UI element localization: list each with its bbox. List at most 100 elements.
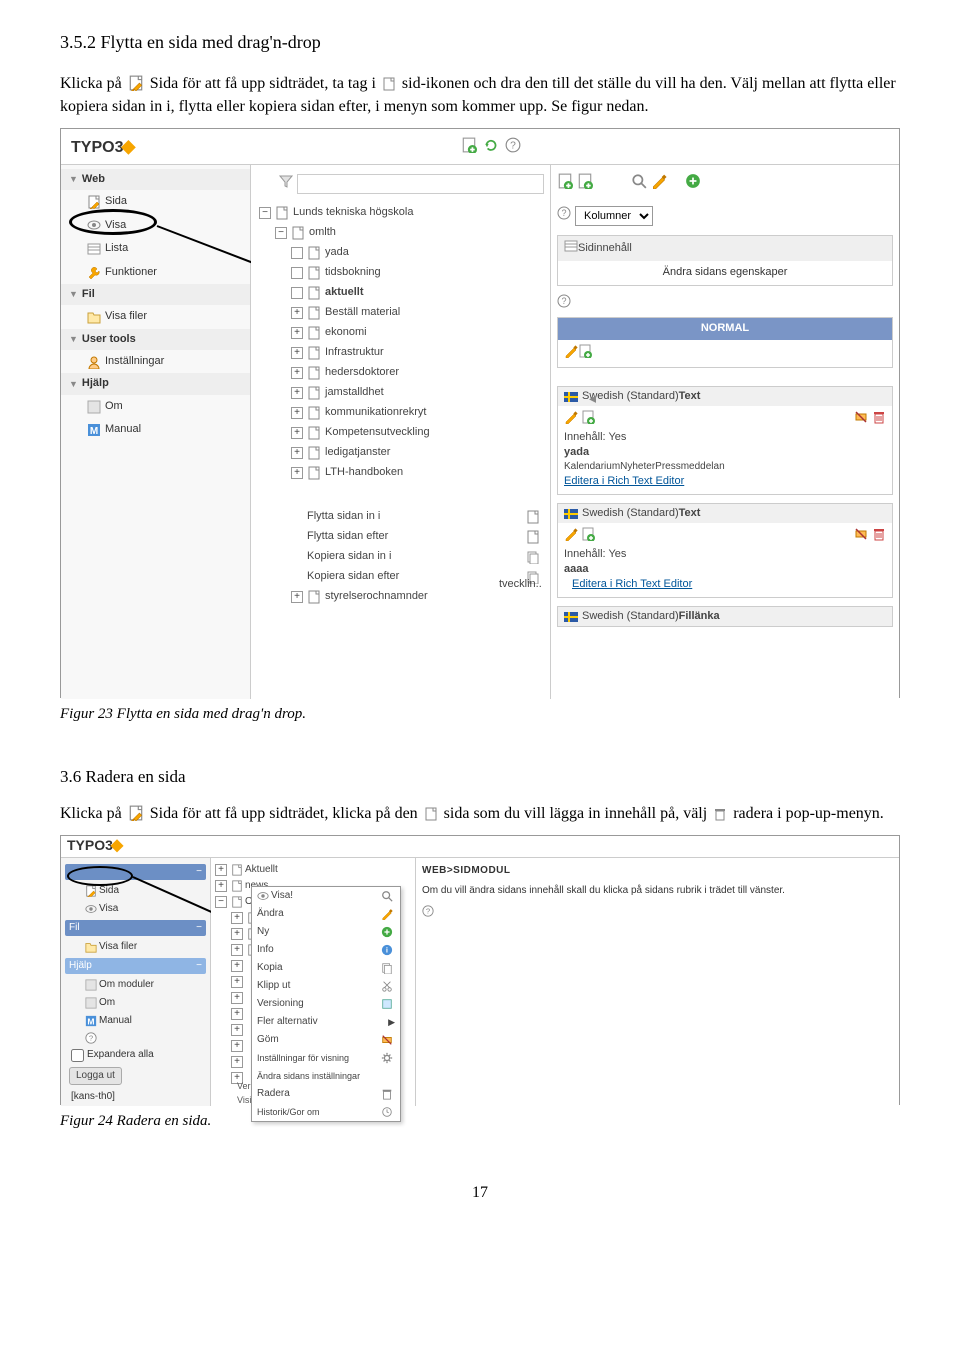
add-content-icon[interactable] <box>577 173 593 194</box>
help-icon[interactable] <box>422 905 434 917</box>
nav-section-web[interactable]: ▼Web <box>61 169 250 190</box>
nav-section-usertools[interactable]: ▼User tools <box>61 329 250 350</box>
nav-section-fil[interactable]: ▼Fil <box>61 284 250 305</box>
nav-section-fil[interactable]: Fil− <box>65 920 206 936</box>
context-menu: Visa! Ändra Ny Info Kopia Klipp ut Versi… <box>251 886 401 1122</box>
nav-item-ommoduler[interactable]: Om moduler <box>65 976 206 994</box>
nav-item-lista[interactable]: Lista <box>61 237 250 260</box>
nav-section-hjalp[interactable]: ▼Hjälp <box>61 373 250 394</box>
expand-checkbox[interactable] <box>71 1049 84 1062</box>
folder-icon <box>85 941 97 953</box>
nav-section-label: Fil <box>82 287 95 302</box>
ctx-item-klipput[interactable]: Klipp ut <box>252 977 400 995</box>
nav-item-help[interactable] <box>65 1030 206 1046</box>
tree-node[interactable]: yada <box>259 243 544 263</box>
view-select[interactable]: Kolumner <box>575 206 653 226</box>
ctx-item-info[interactable]: Info <box>252 941 400 959</box>
tree-node[interactable]: +ekonomi <box>259 323 544 343</box>
page-tree: −Lunds tekniska högskola −omlth yada tid… <box>257 203 544 607</box>
add-page-icon[interactable] <box>557 173 573 194</box>
tree-node[interactable]: +ledigatjanster <box>259 443 544 463</box>
logout-button[interactable]: Logga ut <box>69 1067 122 1085</box>
pencil-icon[interactable] <box>564 349 578 361</box>
content-panel: Kolumner Sidinnehåll Ändra sidans egensk… <box>551 165 899 699</box>
ctx-label: Kopia <box>257 961 283 975</box>
hide-icon[interactable] <box>854 527 868 546</box>
nav-item-visa[interactable]: Visa <box>61 214 250 237</box>
ctx-item-andra-sidan[interactable]: Ändra sidans inställningar <box>252 1067 400 1085</box>
edit-rte-link[interactable]: Editera i Rich Text Editor <box>564 475 684 487</box>
tree-node[interactable]: −omlth <box>259 223 544 243</box>
add-page-icon[interactable] <box>581 532 595 544</box>
nav-item-visa-filer[interactable]: Visa filer <box>61 305 250 328</box>
tree-node[interactable]: tidsbokning <box>259 263 544 283</box>
nav-item-om[interactable]: Om <box>61 395 250 418</box>
tree-node[interactable]: +kommunikationrekryt <box>259 403 544 423</box>
nav-item-manual[interactable]: Manual <box>61 418 250 441</box>
list-icon <box>564 239 578 258</box>
pencil-icon[interactable] <box>651 173 667 194</box>
nav-section-hjalp[interactable]: Hjälp− <box>65 958 206 974</box>
nav-item-sida[interactable]: Sida <box>61 190 250 213</box>
tree-label: aktuellt <box>325 285 364 300</box>
tree-node-aktuellt[interactable]: aktuellt <box>259 283 544 303</box>
add-icon[interactable] <box>685 173 701 194</box>
nav-item-visa-filer[interactable]: Visa filer <box>65 938 206 956</box>
add-page-icon[interactable] <box>578 349 592 361</box>
chevron-left-icon[interactable]: ◂ <box>589 389 596 409</box>
tree-node[interactable]: +Infrastruktur <box>259 343 544 363</box>
tree-node-root[interactable]: −Lunds tekniska högskola <box>259 203 544 223</box>
nav-item-sida[interactable]: Sida <box>65 882 206 900</box>
pencil-icon[interactable] <box>564 415 578 427</box>
nav-item-installningar[interactable]: Inställningar <box>61 350 250 373</box>
content-element: Swedish (Standard) Text Innehåll: Yes ya… <box>557 386 893 495</box>
help-icon[interactable] <box>505 137 521 158</box>
ctx-item-versioning[interactable]: Versioning <box>252 995 400 1013</box>
drag-target-item[interactable]: Flytta sidan in i <box>259 507 544 527</box>
hide-icon[interactable] <box>854 410 868 429</box>
help-icon[interactable] <box>557 206 571 225</box>
ctx-label: Ändra <box>257 907 284 921</box>
ctx-item-fleralt[interactable]: Fler alternativ▶ <box>252 1013 400 1031</box>
refresh-icon[interactable] <box>483 137 499 158</box>
tree-node[interactable]: +hedersdoktorer <box>259 363 544 383</box>
tree-node[interactable]: +Beställ material <box>259 303 544 323</box>
ctx-item-historik[interactable]: Historik/Gor om <box>252 1103 400 1121</box>
nav-item-om[interactable]: Om <box>65 994 206 1012</box>
trash-icon[interactable] <box>872 527 886 546</box>
tree-node[interactable]: +jamstalldhet <box>259 383 544 403</box>
funnel-icon[interactable] <box>279 174 293 193</box>
drag-target-item[interactable]: Flytta sidan efter <box>259 527 544 547</box>
pencil-icon[interactable] <box>564 532 578 544</box>
tree-node[interactable]: +Aktuellt <box>215 862 411 878</box>
ctx-item-radera[interactable]: Radera <box>252 1085 400 1103</box>
ctx-item-installningar[interactable]: Inställningar för visning <box>252 1049 400 1067</box>
ctx-item-andra[interactable]: Ändra <box>252 905 400 923</box>
drag-target-item[interactable]: Kopiera sidan in i <box>259 547 544 567</box>
ctx-label: Radera <box>257 1087 290 1101</box>
edit-rte-link[interactable]: Editera i Rich Text Editor <box>572 578 692 590</box>
ctx-item-visa[interactable]: Visa! <box>252 887 400 905</box>
nav-section[interactable]: − <box>65 864 206 880</box>
tree-node[interactable] <box>259 483 544 507</box>
tree-node[interactable]: +Kompetensutveckling <box>259 423 544 443</box>
ctx-item-gom[interactable]: Göm <box>252 1031 400 1049</box>
trash-icon[interactable] <box>872 410 886 429</box>
tree-filter-input[interactable] <box>297 174 544 194</box>
panel-link[interactable]: Ändra sidans egenskaper <box>663 266 788 278</box>
search-icon[interactable] <box>631 173 647 194</box>
nav-item-manual[interactable]: Manual <box>65 1012 206 1030</box>
nav-label: Visa filer <box>105 309 147 324</box>
nav-label: Lista <box>105 241 128 256</box>
ctx-item-kopia[interactable]: Kopia <box>252 959 400 977</box>
add-page-icon[interactable] <box>461 137 477 158</box>
eye-icon <box>257 890 269 902</box>
nav-item-expand[interactable]: Expandera alla <box>65 1046 206 1064</box>
tree-node-handboken[interactable]: +LTH-handboken <box>259 463 544 483</box>
content-toolbar-2: Kolumner <box>557 203 893 229</box>
nav-item-funktioner[interactable]: Funktioner <box>61 261 250 284</box>
ctx-item-ny[interactable]: Ny <box>252 923 400 941</box>
add-page-icon[interactable] <box>581 415 595 427</box>
help-icon[interactable] <box>557 299 571 311</box>
nav-item-visa[interactable]: Visa <box>65 900 206 918</box>
